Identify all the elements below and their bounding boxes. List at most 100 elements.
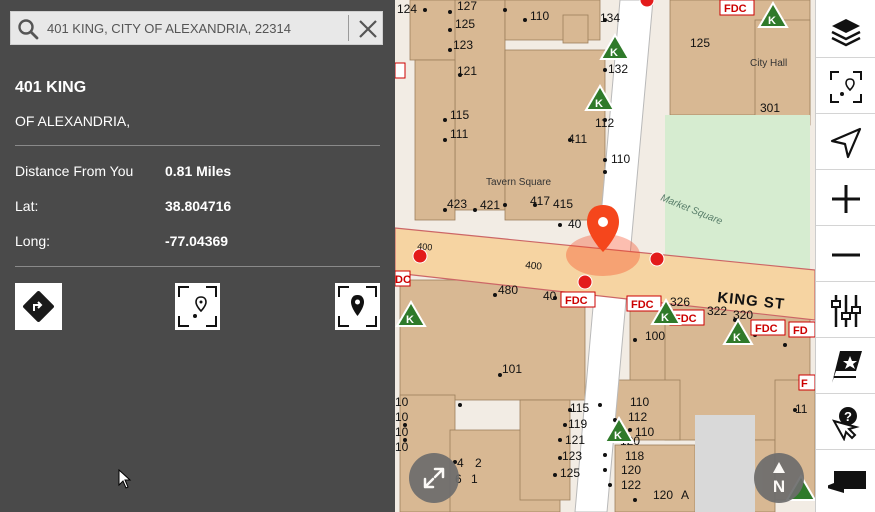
focus-pin-icon: [178, 286, 217, 327]
svg-text:101: 101: [502, 362, 522, 376]
svg-text:120: 120: [653, 488, 673, 502]
svg-text:A: A: [681, 488, 689, 502]
svg-text:134: 134: [600, 11, 620, 25]
north-label: N: [772, 477, 786, 496]
street-number-label: 400: [417, 241, 433, 253]
divider: [15, 266, 380, 267]
map-canvas[interactable]: 124 127 125 123 121 115 111 110 134 132 …: [395, 0, 815, 512]
svg-text:423: 423: [447, 197, 467, 211]
locate-button[interactable]: [816, 60, 875, 114]
svg-text:DC: DC: [395, 274, 411, 286]
svg-text:132: 132: [608, 62, 628, 76]
svg-text:F: F: [801, 378, 808, 390]
svg-text:124: 124: [397, 2, 417, 16]
svg-text:125: 125: [455, 17, 475, 31]
directions-button[interactable]: [15, 283, 62, 330]
long-label: Long:: [15, 233, 51, 249]
basemap-button[interactable]: [816, 452, 875, 506]
search-icon[interactable]: [17, 18, 39, 40]
svg-text:417: 417: [530, 194, 550, 208]
lat-value: 38.804716: [165, 198, 232, 214]
svg-text:115: 115: [570, 401, 589, 415]
location-frame-icon: [338, 286, 377, 327]
svg-text:121: 121: [457, 64, 477, 78]
divider: [15, 145, 380, 146]
svg-text:FD: FD: [793, 325, 808, 337]
city-hall-label: City Hall: [750, 58, 787, 69]
svg-text:320: 320: [733, 308, 753, 322]
layers-icon: [831, 19, 861, 47]
view-location-button[interactable]: [335, 283, 380, 330]
svg-text:K: K: [733, 332, 741, 344]
zoom-in-button[interactable]: [816, 172, 875, 226]
basemap-icon: [828, 471, 866, 493]
zoom-out-button[interactable]: [816, 228, 875, 282]
svg-text:115: 115: [450, 108, 469, 122]
long-value: -77.04369: [165, 233, 229, 249]
navigate-button[interactable]: [816, 116, 875, 170]
search-box[interactable]: 401 KING, CITY OF ALEXANDRIA, 22314: [10, 11, 383, 45]
svg-text:40: 40: [543, 289, 557, 303]
directions-icon: [23, 291, 54, 322]
tavern-square-label: Tavern Square: [486, 177, 551, 188]
svg-text:110: 110: [630, 395, 649, 409]
svg-text:K: K: [614, 430, 622, 442]
search-input[interactable]: 401 KING, CITY OF ALEXANDRIA, 22314: [47, 21, 291, 36]
search-divider: [348, 15, 349, 41]
map-toolbar: ?: [815, 0, 875, 512]
result-subtitle: OF ALEXANDRIA,: [15, 113, 131, 129]
svg-text:110: 110: [611, 152, 630, 166]
svg-text:112: 112: [595, 116, 614, 130]
filter-sliders-icon: [831, 295, 861, 327]
svg-text:FDC: FDC: [631, 299, 654, 311]
locate-icon: [830, 71, 862, 103]
mouse-pointer-icon: [118, 469, 132, 489]
svg-text:1: 1: [471, 472, 478, 486]
svg-text:111: 111: [450, 127, 469, 141]
svg-text:119: 119: [568, 417, 587, 431]
svg-text:2: 2: [475, 456, 482, 470]
distance-value: 0.81 Miles: [165, 163, 232, 179]
close-icon[interactable]: [355, 16, 381, 42]
svg-text:118: 118: [625, 449, 644, 463]
svg-text:123: 123: [453, 38, 473, 52]
svg-text:415: 415: [553, 197, 573, 211]
svg-text:125: 125: [560, 466, 580, 480]
fullscreen-button[interactable]: [409, 453, 459, 503]
svg-text:FDC: FDC: [724, 3, 747, 15]
svg-text:100: 100: [645, 329, 665, 343]
svg-text:110: 110: [530, 9, 549, 23]
filter-button[interactable]: [816, 284, 875, 338]
zoom-to-location-button[interactable]: [175, 283, 220, 330]
svg-text:123: 123: [562, 449, 582, 463]
svg-text:125: 125: [690, 36, 710, 50]
svg-text:K: K: [661, 312, 669, 324]
svg-text:10: 10: [395, 425, 409, 439]
svg-text:121: 121: [565, 433, 585, 447]
svg-text:127: 127: [457, 0, 477, 13]
navigate-icon: [830, 127, 862, 159]
street-number-label: 400: [525, 260, 543, 273]
svg-text:10: 10: [395, 440, 409, 454]
svg-text:10: 10: [395, 410, 409, 424]
compass-button[interactable]: N: [754, 453, 804, 503]
svg-text:112: 112: [628, 410, 647, 424]
result-title: 401 KING: [15, 79, 87, 96]
expand-icon: [423, 467, 445, 489]
svg-text:301: 301: [760, 101, 780, 115]
zoom-out-icon: [832, 253, 860, 257]
help-button[interactable]: ?: [816, 396, 875, 450]
svg-text:421: 421: [480, 198, 500, 212]
svg-text:120: 120: [621, 463, 641, 477]
layers-button[interactable]: [816, 4, 875, 58]
map-view[interactable]: 124 127 125 123 121 115 111 110 134 132 …: [395, 0, 815, 512]
svg-text:326: 326: [670, 295, 690, 309]
zoom-in-icon: [832, 185, 860, 213]
svg-text:K: K: [595, 98, 603, 110]
lat-label: Lat:: [15, 198, 39, 214]
result-panel: 401 KING, CITY OF ALEXANDRIA, 22314 401 …: [0, 0, 395, 512]
distance-label: Distance From You: [15, 163, 134, 179]
favorites-flag-icon: [832, 351, 862, 383]
plaza-area: [695, 415, 755, 512]
favorites-button[interactable]: [816, 340, 875, 394]
